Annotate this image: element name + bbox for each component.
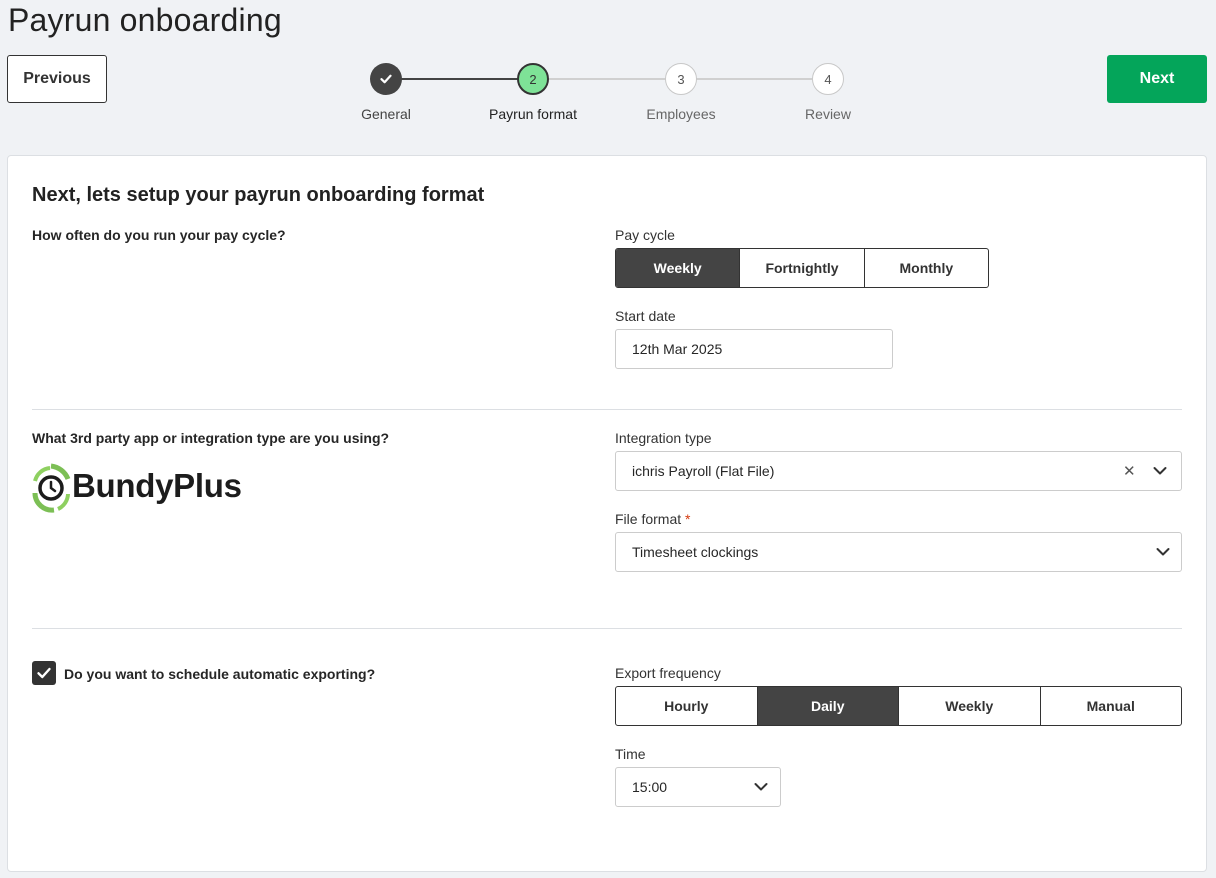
- bundyplus-logo: BundyPlus: [32, 463, 262, 513]
- chevron-down-icon[interactable]: [754, 782, 768, 792]
- chevron-down-icon[interactable]: [1156, 547, 1170, 557]
- integration-type-select[interactable]: ichris Payroll (Flat File) ✕: [615, 451, 1182, 491]
- step-3: 3: [665, 63, 697, 95]
- stepper-connector: [696, 78, 812, 80]
- progress-stepper: 2 3 4 General Payrun format Employees Re…: [0, 0, 1216, 130]
- step-2-current: 2: [517, 63, 549, 95]
- export-frequency-label: Export frequency: [615, 665, 721, 681]
- step-1-completed: [370, 63, 402, 95]
- pay-cycle-selector: Weekly Fortnightly Monthly: [615, 248, 989, 288]
- step-4: 4: [812, 63, 844, 95]
- section-divider: [32, 409, 1182, 410]
- time-label: Time: [615, 746, 646, 762]
- file-format-value: Timesheet clockings: [632, 544, 759, 560]
- pay-cycle-weekly[interactable]: Weekly: [616, 249, 740, 287]
- step-2-label: Payrun format: [489, 106, 577, 122]
- schedule-export-checkbox[interactable]: [32, 661, 56, 685]
- required-marker: *: [685, 511, 691, 527]
- file-format-select[interactable]: Timesheet clockings: [615, 532, 1182, 572]
- export-frequency-hourly[interactable]: Hourly: [616, 687, 757, 725]
- bundyplus-clock-icon: [32, 463, 71, 513]
- start-date-label: Start date: [615, 308, 676, 324]
- start-date-input[interactable]: 12th Mar 2025: [615, 329, 893, 369]
- step-1-label: General: [361, 106, 411, 122]
- integration-question: What 3rd party app or integration type a…: [32, 430, 390, 446]
- time-select[interactable]: 15:00: [615, 767, 781, 807]
- pay-cycle-monthly[interactable]: Monthly: [863, 249, 988, 287]
- export-frequency-selector: Hourly Daily Weekly Manual: [615, 686, 1182, 726]
- clear-icon[interactable]: ✕: [1123, 462, 1136, 480]
- export-frequency-weekly[interactable]: Weekly: [898, 687, 1040, 725]
- stepper-connector-completed: [401, 78, 518, 80]
- file-format-label-text: File format: [615, 511, 682, 527]
- integration-type-value: ichris Payroll (Flat File): [632, 463, 775, 479]
- stepper-connector: [549, 78, 666, 80]
- check-icon: [37, 667, 51, 679]
- time-value: 15:00: [632, 779, 668, 795]
- chevron-down-icon[interactable]: [1153, 466, 1167, 476]
- integration-type-label: Integration type: [615, 430, 712, 446]
- file-format-label: File format *: [615, 511, 690, 527]
- section-divider: [32, 628, 1182, 629]
- step-3-label: Employees: [646, 106, 716, 122]
- export-frequency-manual[interactable]: Manual: [1039, 687, 1182, 725]
- bundyplus-wordmark: BundyPlus: [72, 467, 242, 504]
- form-card: [7, 155, 1207, 872]
- step-4-label: Review: [805, 106, 851, 122]
- check-icon: [380, 74, 392, 84]
- form-title: Next, lets setup your payrun onboarding …: [32, 184, 485, 206]
- pay-cycle-fortnightly[interactable]: Fortnightly: [739, 249, 863, 287]
- pay-cycle-label: Pay cycle: [615, 227, 675, 243]
- pay-cycle-question: How often do you run your pay cycle?: [32, 227, 286, 243]
- schedule-export-question: Do you want to schedule automatic export…: [64, 666, 376, 682]
- export-frequency-daily[interactable]: Daily: [756, 687, 898, 725]
